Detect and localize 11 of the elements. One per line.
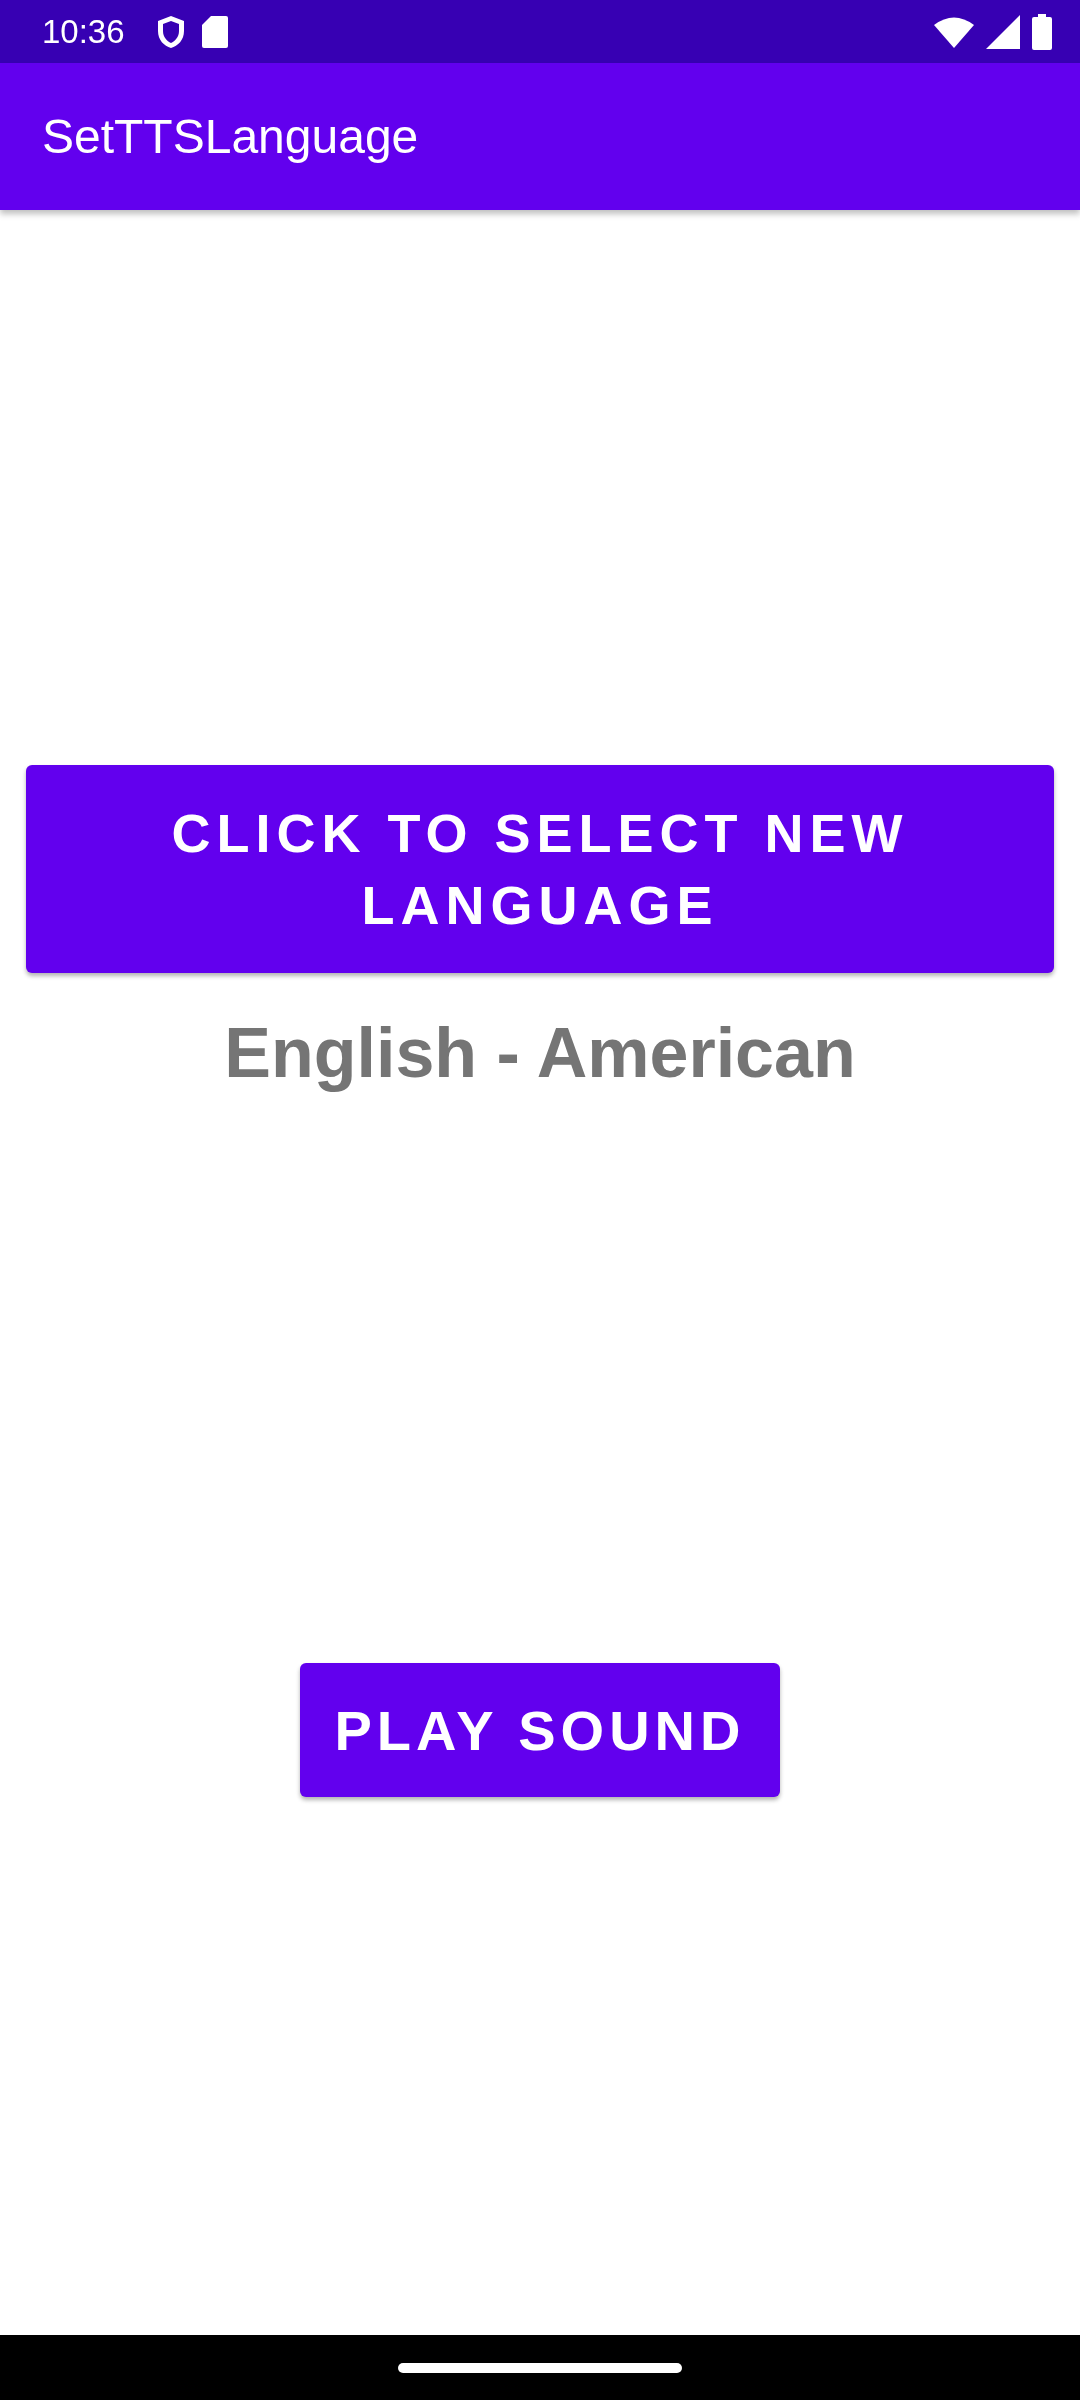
signal-icon [986, 14, 1020, 49]
language-label: English - American [224, 1013, 856, 1093]
play-sound-button[interactable]: PLAY SOUND [300, 1663, 780, 1797]
home-handle[interactable] [398, 2362, 682, 2373]
shield-icon [156, 14, 185, 49]
status-time: 10:36 [42, 12, 125, 51]
battery-icon [1032, 13, 1052, 50]
app-title: SetTTSLanguage [42, 109, 419, 164]
wifi-icon [934, 15, 974, 48]
sd-card-icon [200, 14, 229, 49]
select-language-button[interactable]: CLICK TO SELECT NEW LANGUAGE [26, 765, 1054, 973]
